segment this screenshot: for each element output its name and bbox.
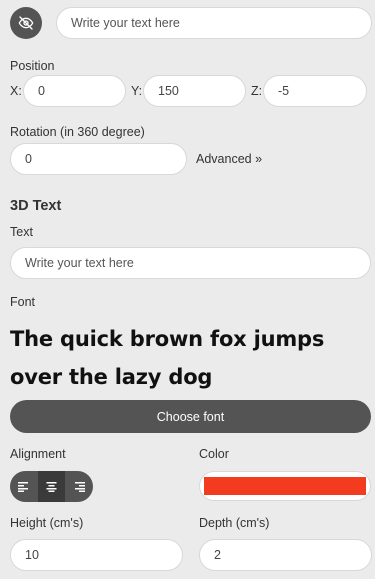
text-label: Text — [10, 225, 33, 239]
align-right-icon — [74, 481, 85, 492]
font-preview: The quick brown fox jumps over the lazy … — [10, 327, 325, 389]
align-center-icon — [46, 481, 57, 492]
alignment-button-group — [10, 471, 93, 502]
align-right-button[interactable] — [65, 471, 93, 502]
depth-label: Depth (cm's) — [199, 516, 270, 530]
align-left-button[interactable] — [10, 471, 38, 502]
section-title-3d-text: 3D Text — [10, 198, 62, 214]
depth-input[interactable] — [199, 539, 372, 571]
font-label: Font — [10, 295, 36, 309]
color-label: Color — [199, 447, 229, 461]
color-swatch — [204, 477, 366, 495]
position-x-input[interactable] — [23, 75, 126, 107]
position-y-input[interactable] — [143, 75, 246, 107]
align-left-icon — [18, 481, 29, 492]
position-z-input[interactable] — [263, 75, 367, 107]
height-input[interactable] — [10, 539, 183, 571]
text-input[interactable] — [56, 7, 372, 39]
visibility-toggle-button[interactable] — [10, 7, 42, 39]
y-label: Y: — [131, 84, 143, 98]
rotation-label: Rotation (in 360 degree) — [10, 125, 145, 139]
eye-off-icon — [18, 16, 34, 30]
rotation-input[interactable] — [10, 143, 187, 175]
alignment-label: Alignment — [10, 447, 66, 461]
3d-text-input[interactable] — [10, 247, 371, 279]
z-label: Z: — [251, 84, 263, 98]
x-label: X: — [10, 84, 22, 98]
choose-font-button[interactable]: Choose font — [10, 400, 371, 433]
position-label: Position — [10, 59, 55, 73]
advanced-link[interactable]: Advanced » — [196, 152, 262, 166]
color-picker[interactable] — [199, 471, 371, 501]
align-center-button[interactable] — [37, 471, 66, 502]
height-label: Height (cm's) — [10, 516, 84, 530]
